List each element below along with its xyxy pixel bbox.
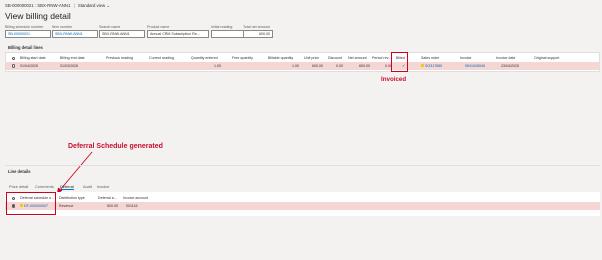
deferral-highlight-box	[6, 192, 56, 215]
tab-audit[interactable]: Audit	[83, 184, 92, 189]
col-invoice-date[interactable]: Invoice date	[496, 56, 515, 60]
field-billing-schedule-number: Billing schedule number SB-00000021	[5, 25, 51, 38]
field-item-number: Item number SBX-RNW-ANN1	[52, 25, 98, 38]
col-period-rev[interactable]: Period rev...	[372, 56, 391, 60]
field-total-net-amount: Total net amount 600.00	[243, 25, 273, 38]
cell-end-date: 31/03/2026	[60, 64, 78, 68]
line-details-header[interactable]: Line details	[5, 168, 600, 175]
billed-highlight-box	[391, 52, 408, 72]
total-net-amount-input[interactable]: 600.00	[243, 30, 273, 38]
deferral-grid: Deferral schedule n... Distribution type…	[5, 192, 600, 216]
view-selector[interactable]: Standard view	[78, 3, 105, 8]
cell-distribution-type: Revenue	[59, 204, 74, 208]
field-product-name: Product name Annual CRM Subscription Re.…	[147, 25, 209, 38]
initial-reading-input[interactable]	[211, 30, 245, 38]
invoice-link[interactable]: SIN1028945	[465, 62, 485, 70]
billing-schedule-number-input[interactable]: SB-00000021	[5, 30, 51, 38]
tab-deferral[interactable]: Deferral	[60, 184, 74, 190]
col-sales-order[interactable]: Sales order	[421, 56, 439, 60]
col-unit-price[interactable]: Unit price	[304, 56, 319, 60]
deferral-annotation: Deferral Schedule generated	[68, 143, 163, 150]
col-quantity-entered[interactable]: Quantity entered	[191, 56, 218, 60]
breadcrumb: SB-000000021 : SBX-RNW-ANN1 | Standard v…	[5, 3, 110, 8]
cell-net-amount: 600.00	[359, 64, 370, 68]
col-previous-reading[interactable]: Previous reading	[106, 56, 133, 60]
billing-detail-lines-grid: Billing start date Billing end date Prev…	[5, 52, 600, 72]
cell-discount: 0.00	[336, 64, 343, 68]
document-icon	[421, 64, 424, 68]
invoiced-annotation: Invoiced	[381, 76, 407, 83]
col-billable-quantity[interactable]: Billable quantity	[268, 56, 293, 60]
deferral-grid-header: Deferral schedule n... Distribution type…	[5, 196, 600, 201]
tab-comments[interactable]: Comments	[35, 184, 54, 189]
col-current-reading[interactable]: Current reading	[149, 56, 174, 60]
view-billing-detail-page: SB-000000021 : SBX-RNW-ANN1 | Standard v…	[0, 0, 602, 260]
cell-quantity-entered: 1.00	[214, 64, 221, 68]
col-deferral-amount[interactable]: Deferral a...	[98, 196, 117, 200]
col-billing-start-date[interactable]: Billing start date	[20, 56, 46, 60]
cell-invoice-date: 23/04/2025	[501, 64, 519, 68]
col-free-quantity[interactable]: Free quantity	[232, 56, 253, 60]
cell-sales-order[interactable]: SO317650	[421, 62, 442, 70]
select-all-radio[interactable]	[12, 56, 16, 60]
cell-unit-price: 600.00	[312, 64, 323, 68]
row-select-radio[interactable]	[12, 64, 16, 68]
chevron-down-icon[interactable]: ⌄	[106, 3, 110, 8]
billing-detail-lines-header[interactable]: Billing detail lines	[5, 44, 600, 51]
table-row[interactable]: 01/04/2025 31/03/2026 1.00 1.00 600.00 0…	[6, 62, 599, 70]
cell-start-date: 01/04/2025	[20, 64, 38, 68]
product-name-input[interactable]: Annual CRM Subscription Re...	[147, 30, 209, 38]
cell-invoice-account: 001116	[126, 204, 138, 208]
field-search-name: Search name SBX-RNW-ANN1	[99, 25, 145, 38]
col-distribution-type[interactable]: Distribution type	[59, 196, 85, 200]
page-title: View billing detail	[5, 11, 71, 21]
item-number-input[interactable]: SBX-RNW-ANN1	[52, 30, 98, 38]
col-invoice[interactable]: Invoice	[460, 56, 471, 60]
col-billing-end-date[interactable]: Billing end date	[60, 56, 85, 60]
search-name-input[interactable]: SBX-RNW-ANN1	[99, 30, 145, 38]
cell-deferral-amount: 600.00	[107, 204, 118, 208]
tab-invoice[interactable]: Invoice	[97, 184, 109, 189]
col-discount[interactable]: Discount	[328, 56, 342, 60]
grid-header: Billing start date Billing end date Prev…	[6, 56, 599, 61]
col-net-amount[interactable]: Net amount	[348, 56, 367, 60]
col-invoice-account[interactable]: Invoice account	[123, 196, 148, 200]
field-initial-reading: Initial reading	[211, 25, 245, 38]
record-title: SB-000000021 : SBX-RNW-ANN1	[5, 3, 71, 8]
cell-billable-quantity: 1.00	[292, 64, 299, 68]
tab-price-detail[interactable]: Price detail	[9, 184, 28, 189]
section-divider	[5, 165, 600, 166]
table-row[interactable]: DF-000000007 Revenue 600.00 001116	[5, 202, 600, 210]
annotation-arrow	[57, 151, 93, 194]
sales-order-link[interactable]: SO317650	[425, 64, 442, 68]
col-original-support[interactable]: Original support	[534, 56, 559, 60]
